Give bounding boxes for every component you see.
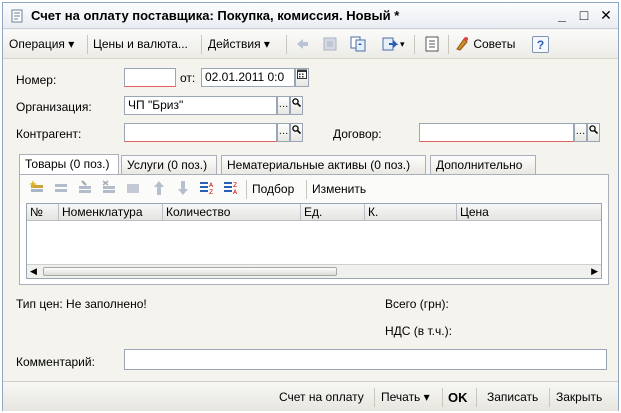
- document-window: Счет на оплату поставщика: Покупка, коми…: [2, 2, 619, 411]
- prices-currency-button[interactable]: Цены и валюта...: [93, 36, 188, 53]
- title-bar: Счет на оплату поставщика: Покупка, коми…: [3, 3, 618, 29]
- move-down-icon[interactable]: [174, 179, 192, 197]
- comment-label: Комментарий:: [16, 355, 95, 369]
- structure-icon[interactable]: [321, 35, 339, 53]
- toolbar-separator: [246, 180, 247, 199]
- comment-field[interactable]: [124, 349, 607, 370]
- column-header-nomenclature[interactable]: Номенклатура: [59, 204, 163, 221]
- footer-bar: Счет на оплату Печать ▾ OK Записать Закр…: [3, 381, 618, 411]
- counterparty-open-button[interactable]: [290, 123, 303, 142]
- search-icon: [292, 125, 302, 135]
- move-up-icon[interactable]: [150, 179, 168, 197]
- svg-text:Z: Z: [233, 182, 237, 189]
- save-button[interactable]: Записать: [487, 389, 538, 406]
- add-row-icon[interactable]: [28, 179, 46, 197]
- calendar-button[interactable]: [295, 68, 309, 87]
- journal-icon[interactable]: [423, 35, 441, 53]
- dropdown-arrow-icon[interactable]: ▾: [400, 36, 405, 53]
- copy-document-icon[interactable]: [349, 35, 367, 53]
- tab-services[interactable]: Услуги (0 поз.): [121, 155, 217, 175]
- delete-row-icon[interactable]: [100, 179, 118, 197]
- footer-separator: [476, 388, 477, 407]
- price-type-text: Тип цен: Не заполнено!: [16, 297, 147, 311]
- column-header-number[interactable]: №: [27, 204, 59, 221]
- column-header-unit[interactable]: Ед.: [301, 204, 365, 221]
- print-menu-button[interactable]: Печать ▾: [381, 389, 430, 406]
- counterparty-select-button[interactable]: …: [277, 123, 290, 142]
- contract-open-button[interactable]: [587, 123, 600, 142]
- column-header-quantity[interactable]: Количество: [163, 204, 301, 221]
- number-field[interactable]: [124, 68, 176, 87]
- footer-separator: [374, 388, 375, 407]
- sort-descending-icon[interactable]: Z A: [222, 179, 240, 197]
- help-button[interactable]: ?: [532, 36, 549, 53]
- svg-text:A: A: [233, 189, 238, 196]
- operation-menu-button[interactable]: Операция ▾: [9, 36, 74, 53]
- table-header: № Номенклатура Количество Ед. К. Цена: [27, 204, 601, 221]
- change-button[interactable]: Изменить: [312, 181, 366, 198]
- dropdown-arrow-icon: ▾: [423, 390, 430, 404]
- svg-text:A: A: [209, 182, 214, 189]
- table-toolbar: A Z Z A Подбор Изменить: [20, 175, 608, 203]
- tips-button[interactable]: Советы: [455, 36, 515, 53]
- contract-select-button[interactable]: …: [574, 123, 587, 142]
- close-button[interactable]: Закрыть: [556, 389, 602, 406]
- close-window-button[interactable]: ✕: [597, 7, 615, 24]
- counterparty-label: Контрагент:: [16, 127, 82, 141]
- scroll-left-icon[interactable]: ◀: [30, 265, 37, 278]
- counterparty-field[interactable]: [124, 123, 277, 142]
- copy-row-icon[interactable]: [52, 179, 70, 197]
- calendar-icon: [297, 69, 307, 79]
- toolbar-separator: [87, 35, 88, 54]
- scrollbar-thumb[interactable]: [43, 267, 337, 276]
- contract-label: Договор:: [333, 127, 382, 141]
- sort-ascending-icon[interactable]: A Z: [198, 179, 216, 197]
- goods-table[interactable]: № Номенклатура Количество Ед. К. Цена ◀ …: [26, 203, 602, 279]
- pick-button[interactable]: Подбор: [252, 181, 294, 198]
- tab-intangible-assets[interactable]: Нематериальные активы (0 поз.): [221, 155, 426, 175]
- tab-additional[interactable]: Дополнительно: [430, 155, 536, 175]
- date-field[interactable]: 02.01.2011 0:0: [201, 68, 295, 87]
- main-toolbar: Операция ▾ Цены и валюта... Действия ▾ ▾: [3, 30, 618, 59]
- tab-goods[interactable]: Товары (0 поз.): [19, 154, 119, 176]
- dropdown-arrow-icon: ▾: [68, 37, 75, 51]
- date-from-label: от:: [180, 71, 196, 85]
- tips-icon: [456, 37, 468, 51]
- organization-open-button[interactable]: [290, 96, 303, 115]
- number-label: Номер:: [16, 73, 57, 87]
- invoice-button[interactable]: Счет на оплату: [279, 389, 364, 406]
- go-to-document-icon[interactable]: [381, 35, 399, 53]
- organization-select-button[interactable]: …: [277, 96, 290, 115]
- organization-field[interactable]: ЧП "Бриз": [124, 96, 277, 115]
- toolbar-separator: [448, 35, 449, 54]
- svg-text:Z: Z: [209, 189, 213, 196]
- search-icon: [589, 125, 599, 135]
- column-header-price[interactable]: Цена: [457, 204, 601, 221]
- toolbar-separator: [286, 35, 287, 54]
- back-arrow-icon[interactable]: [293, 35, 311, 53]
- document-icon: [11, 9, 23, 23]
- window-title: Счет на оплату поставщика: Покупка, коми…: [31, 8, 400, 23]
- toolbar-separator: [306, 180, 307, 199]
- toolbar-separator: [414, 35, 415, 54]
- minimize-button[interactable]: _: [553, 7, 571, 24]
- scroll-right-icon[interactable]: ▶: [591, 265, 598, 278]
- end-edit-icon[interactable]: [124, 179, 142, 197]
- organization-label: Организация:: [16, 100, 92, 114]
- edit-row-icon[interactable]: [76, 179, 94, 197]
- column-header-coefficient[interactable]: К.: [365, 204, 457, 221]
- dropdown-arrow-icon: ▾: [263, 37, 270, 51]
- footer-separator: [549, 388, 550, 407]
- vat-label: НДС (в т.ч.):: [385, 324, 452, 338]
- total-label: Всего (грн):: [385, 297, 449, 311]
- ok-button[interactable]: OK: [448, 389, 468, 406]
- footer-separator: [442, 388, 443, 407]
- maximize-button[interactable]: □: [575, 7, 593, 24]
- contract-field[interactable]: [419, 123, 574, 142]
- toolbar-separator: [201, 35, 202, 54]
- actions-menu-button[interactable]: Действия ▾: [208, 36, 270, 53]
- search-icon: [292, 98, 302, 108]
- goods-tab-panel: A Z Z A Подбор Изменить № Номенклатура К…: [19, 174, 609, 285]
- horizontal-scrollbar[interactable]: ◀ ▶: [27, 264, 601, 278]
